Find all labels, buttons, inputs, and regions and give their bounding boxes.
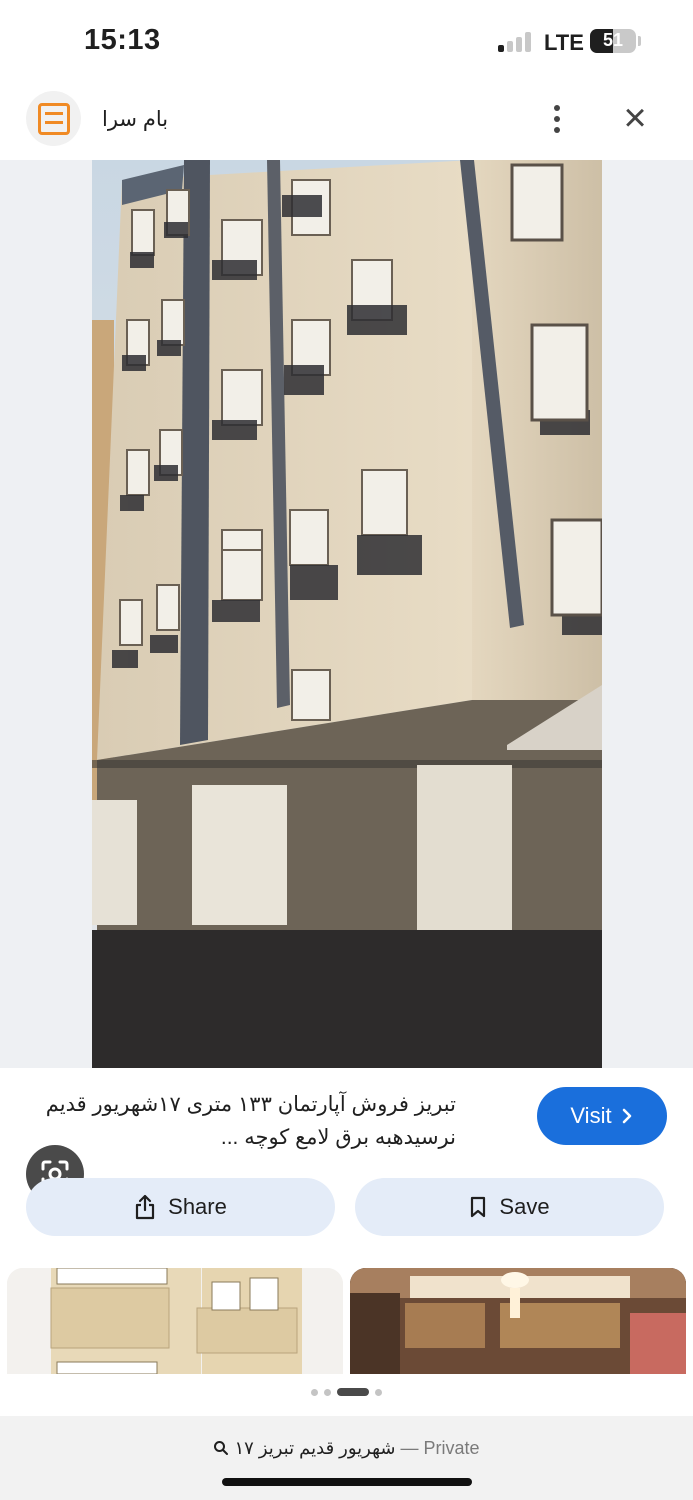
share-icon (136, 1194, 155, 1220)
carousel-dots (0, 1388, 693, 1396)
carousel-dot-active[interactable] (337, 1388, 369, 1396)
address-text[interactable]: ۱۷ شهریور قدیم تبریز — Private (0, 1438, 693, 1459)
chevron-right-icon (622, 1108, 631, 1124)
separator: — (400, 1438, 419, 1458)
carousel-dot[interactable] (311, 1388, 318, 1396)
related-image-thumbnail[interactable] (350, 1268, 686, 1374)
carousel-dot[interactable] (375, 1388, 382, 1396)
battery-icon: 51 (590, 29, 636, 53)
bookmark-icon (471, 1196, 486, 1218)
building-photo[interactable] (92, 160, 602, 1068)
image-preview (0, 160, 693, 1203)
share-button[interactable]: Share (26, 1178, 335, 1236)
browser-address-bar[interactable]: ۱۷ شهریور قدیم تبریز — Private (0, 1416, 693, 1500)
bamsara-logo-icon (37, 102, 70, 135)
save-label: Save (499, 1194, 550, 1219)
carousel-dot[interactable] (324, 1388, 331, 1396)
home-indicator[interactable] (222, 1478, 472, 1486)
share-label: Share (168, 1194, 227, 1219)
search-icon (214, 1441, 229, 1455)
more-options-icon[interactable] (540, 102, 574, 136)
apartment-building-image (92, 160, 602, 1068)
related-image-thumbnail[interactable] (7, 1268, 343, 1374)
search-query: ۱۷ شهریور قدیم تبریز (234, 1438, 396, 1458)
save-button[interactable]: Save (355, 1178, 664, 1236)
visit-button[interactable]: Visit (537, 1087, 667, 1145)
site-name[interactable]: بام سرا (102, 107, 168, 132)
result-header: بام سرا × (0, 80, 693, 160)
result-title-line2: نرسیدهبه برق لامع کوچه ... (220, 1126, 456, 1149)
status-time: 15:13 (84, 24, 161, 56)
status-bar: 15:13 LTE 51 (0, 0, 693, 80)
site-logo[interactable] (26, 91, 81, 146)
cellular-signal-icon (498, 30, 531, 52)
result-title-line1: تبریز فروش آپارتمان ۱۳۳ متری ۱۷شهریور قد… (45, 1093, 456, 1116)
visit-label: Visit (570, 1103, 612, 1128)
result-title[interactable]: تبریز فروش آپارتمان ۱۳۳ متری ۱۷شهریور قد… (26, 1088, 456, 1154)
close-icon[interactable]: × (614, 98, 656, 140)
network-type: LTE (544, 30, 584, 55)
battery-level: 51 (602, 30, 624, 50)
private-label: Private (423, 1438, 480, 1458)
